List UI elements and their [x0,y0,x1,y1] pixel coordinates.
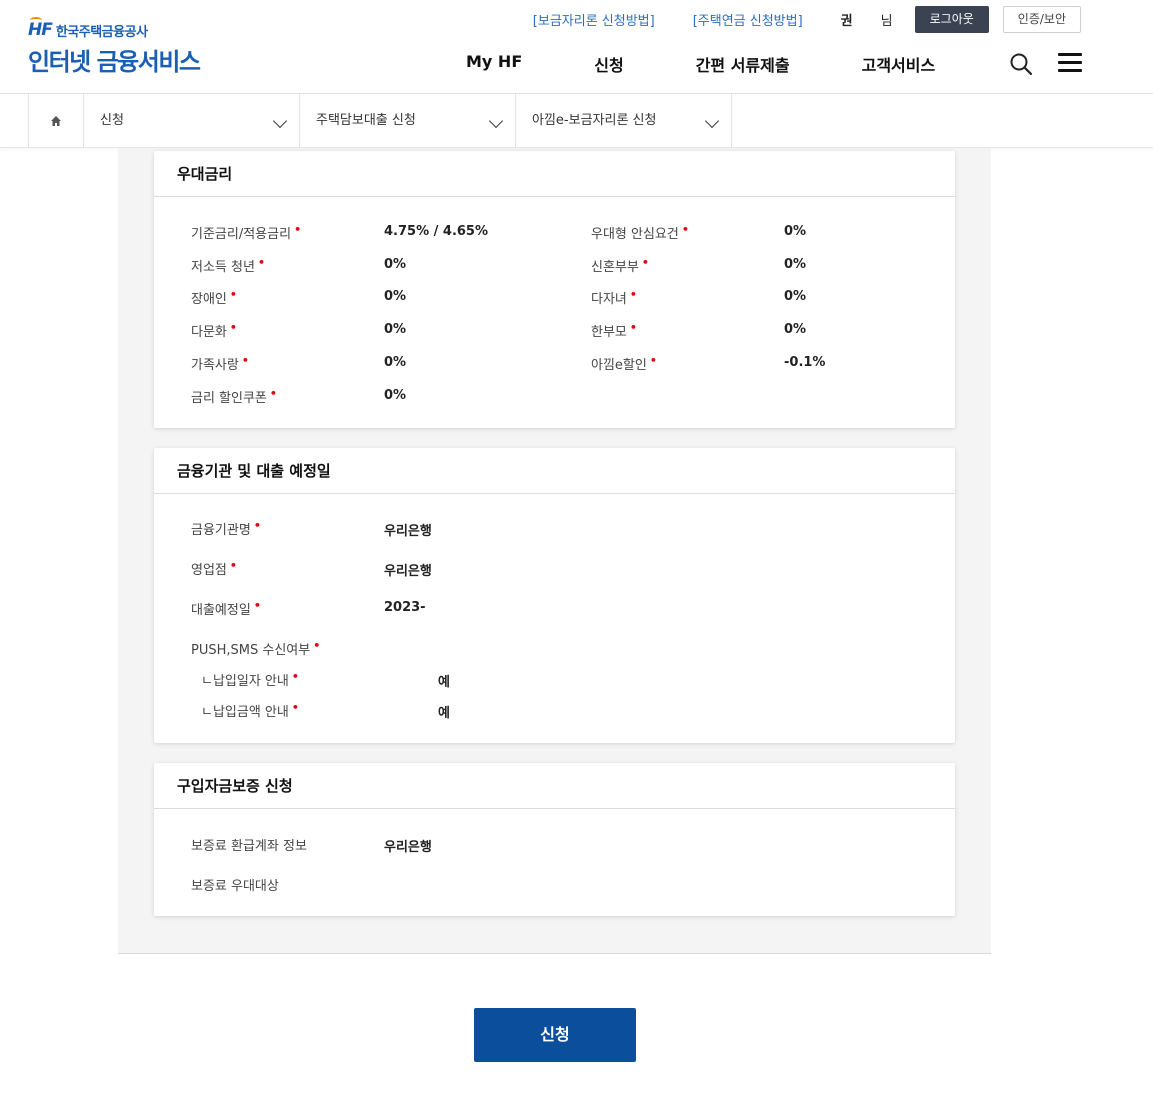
bank-label: 금융기관명 • [191,519,261,538]
guarantee-card-title: 구입자금보증 신청 [154,763,955,809]
rate-label: 한부모 • [591,321,637,340]
site-logo[interactable]: HF 한국주택금융공사 인터넷 금융서비스 [28,17,201,77]
bank-sub-label: ㄴ납입일자 안내 • [201,670,299,689]
pension-guide-link[interactable]: [주택연금 신청방법] [693,10,803,29]
chevron-down-icon [272,113,288,129]
nav-customer-service[interactable]: 고객서비스 [862,52,936,76]
chevron-down-icon [488,113,504,129]
guarantee-card: 구입자금보증 신청 보증료 환급계좌 정보 우리은행 보증료 우대대상 [154,763,955,916]
logout-button[interactable]: 로그아웃 [914,5,989,33]
breadcrumb-label: 신청 [100,113,124,128]
search-icon[interactable] [1009,52,1033,76]
breadcrumb: 신청 주택담보대출 신청 아낌e-보금자리론 신청 [0,94,1153,148]
bogeumjari-guide-link[interactable]: [보금자리론 신청방법] [533,10,655,29]
rate-label: 아낌e할인 • [591,354,657,373]
rate-label: 다문화 • [191,321,237,340]
rate-label: 기준금리/적용금리 • [191,223,302,242]
cert-security-button[interactable]: 인증/보안 [1002,5,1081,33]
rate-value: 0% [384,388,407,403]
home-icon[interactable] [28,94,84,147]
breadcrumb-dropdown-1[interactable]: 신청 [84,94,300,147]
bank-value: 2023- [384,600,426,615]
rate-card-title: 우대금리 [154,151,955,197]
user-suffix: 님 [880,13,893,29]
rate-card: 우대금리 기준금리/적용금리 • 4.75% / 4.65% 저소득 청년 • 0%… [154,151,955,428]
breadcrumb-dropdown-2[interactable]: 주택담보대출 신청 [300,94,516,147]
submit-button[interactable]: 신청 [474,1008,636,1062]
rate-value: 0% [384,355,407,370]
bank-card-title: 금융기관 및 대출 예정일 [154,448,955,494]
guarantee-label: 보증료 환급계좌 정보 [191,839,307,854]
bank-value: 우리은행 [384,524,432,539]
rate-label: 다자녀 • [591,288,637,307]
chevron-down-icon [704,113,720,129]
bank-label: 영업점 • [191,559,237,578]
hamburger-menu-icon[interactable] [1058,53,1082,73]
bank-card: 금융기관 및 대출 예정일 금융기관명 • 우리은행 영업점 • 우리은행 대출예정… [154,448,955,743]
bank-label: 대출예정일 • [191,599,261,618]
bank-sub-label: ㄴ납입금액 안내 • [201,701,299,720]
rate-label: 가족사랑 • [191,354,249,373]
nav-apply[interactable]: 신청 [594,52,623,76]
rate-label: 신혼부부 • [591,256,649,275]
rate-value: 0% [784,257,807,272]
org-name: 한국주택금융공사 [55,24,148,40]
rate-label: 저소득 청년 • [191,256,265,275]
user-name: 권 [840,13,853,29]
service-title: 인터넷 금융서비스 [28,48,201,76]
guarantee-label: 보증료 우대대상 [191,879,279,894]
rate-label: 금리 할인쿠폰 • [191,387,277,406]
rate-value: 0% [784,224,807,239]
rate-value: -0.1% [784,355,826,370]
rate-value: 0% [384,289,407,304]
bank-sub-value: 예 [438,706,450,721]
main-nav: My HF 신청 간편 서류제출 고객서비스 [466,52,935,76]
rate-value: 0% [384,257,407,272]
breadcrumb-dropdown-3[interactable]: 아낌e-보금자리론 신청 [516,94,732,147]
nav-my-hf[interactable]: My HF [466,52,522,76]
rate-value: 0% [784,289,807,304]
rate-label: 우대형 안심요건 • [591,223,689,242]
hf-logo-mark: HF [28,17,53,40]
utility-bar: [보금자리론 신청방법] [주택연금 신청방법] 권 님 로그아웃 인증/보안 [533,5,1081,33]
breadcrumb-label: 주택담보대출 신청 [316,113,416,128]
site-header: HF 한국주택금융공사 인터넷 금융서비스 [보금자리론 신청방법] [주택연금… [0,0,1153,94]
breadcrumb-label: 아낌e-보금자리론 신청 [532,113,657,128]
rate-value: 0% [784,322,807,337]
bank-value: 우리은행 [384,564,432,579]
guarantee-value: 우리은행 [384,840,432,855]
nav-document-submit[interactable]: 간편 서류제출 [696,52,790,76]
rate-value: 0% [384,322,407,337]
bank-sub-value: 예 [438,675,450,690]
rate-label: 장애인 • [191,288,237,307]
rate-value: 4.75% / 4.65% [384,224,488,239]
bank-label: PUSH,SMS 수신여부 • [191,639,321,658]
